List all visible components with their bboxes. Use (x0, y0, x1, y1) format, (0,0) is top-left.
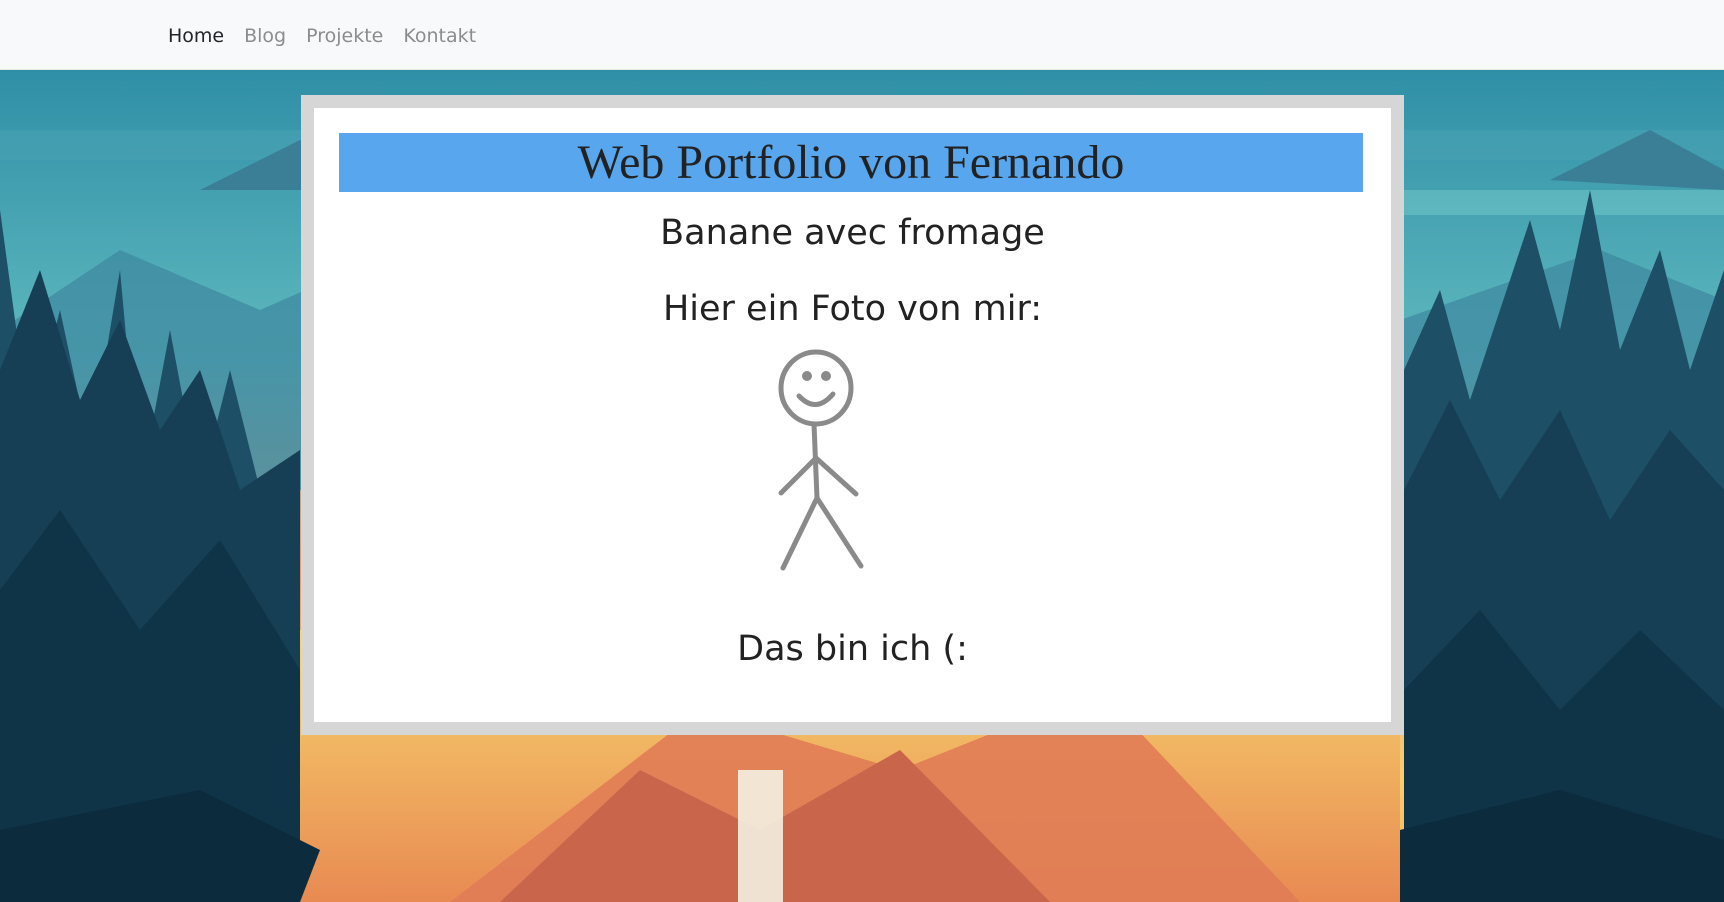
content-card: Web Portfolio von Fernando Banane avec f… (314, 108, 1391, 722)
nav-list: Home Blog Projekte Kontakt (168, 22, 496, 50)
title-banner: Web Portfolio von Fernando (339, 133, 1363, 192)
photo-intro-text: Hier ein Foto von mir: (662, 289, 1043, 329)
content-card-frame: Web Portfolio von Fernando Banane avec f… (301, 95, 1404, 735)
subtitle-text: Banane avec fromage (660, 213, 1045, 253)
stick-figure-photo (761, 348, 891, 578)
top-navbar: Home Blog Projekte Kontakt (0, 0, 1724, 70)
nav-item-projekte[interactable]: Projekte (306, 25, 383, 47)
nav-item-home[interactable]: Home (168, 25, 224, 47)
nav-item-blog[interactable]: Blog (244, 25, 286, 47)
nav-item-kontakt[interactable]: Kontakt (403, 25, 476, 47)
photo-caption: Das bin ich (: (737, 629, 968, 669)
page-title: Web Portfolio von Fernando (577, 136, 1125, 189)
